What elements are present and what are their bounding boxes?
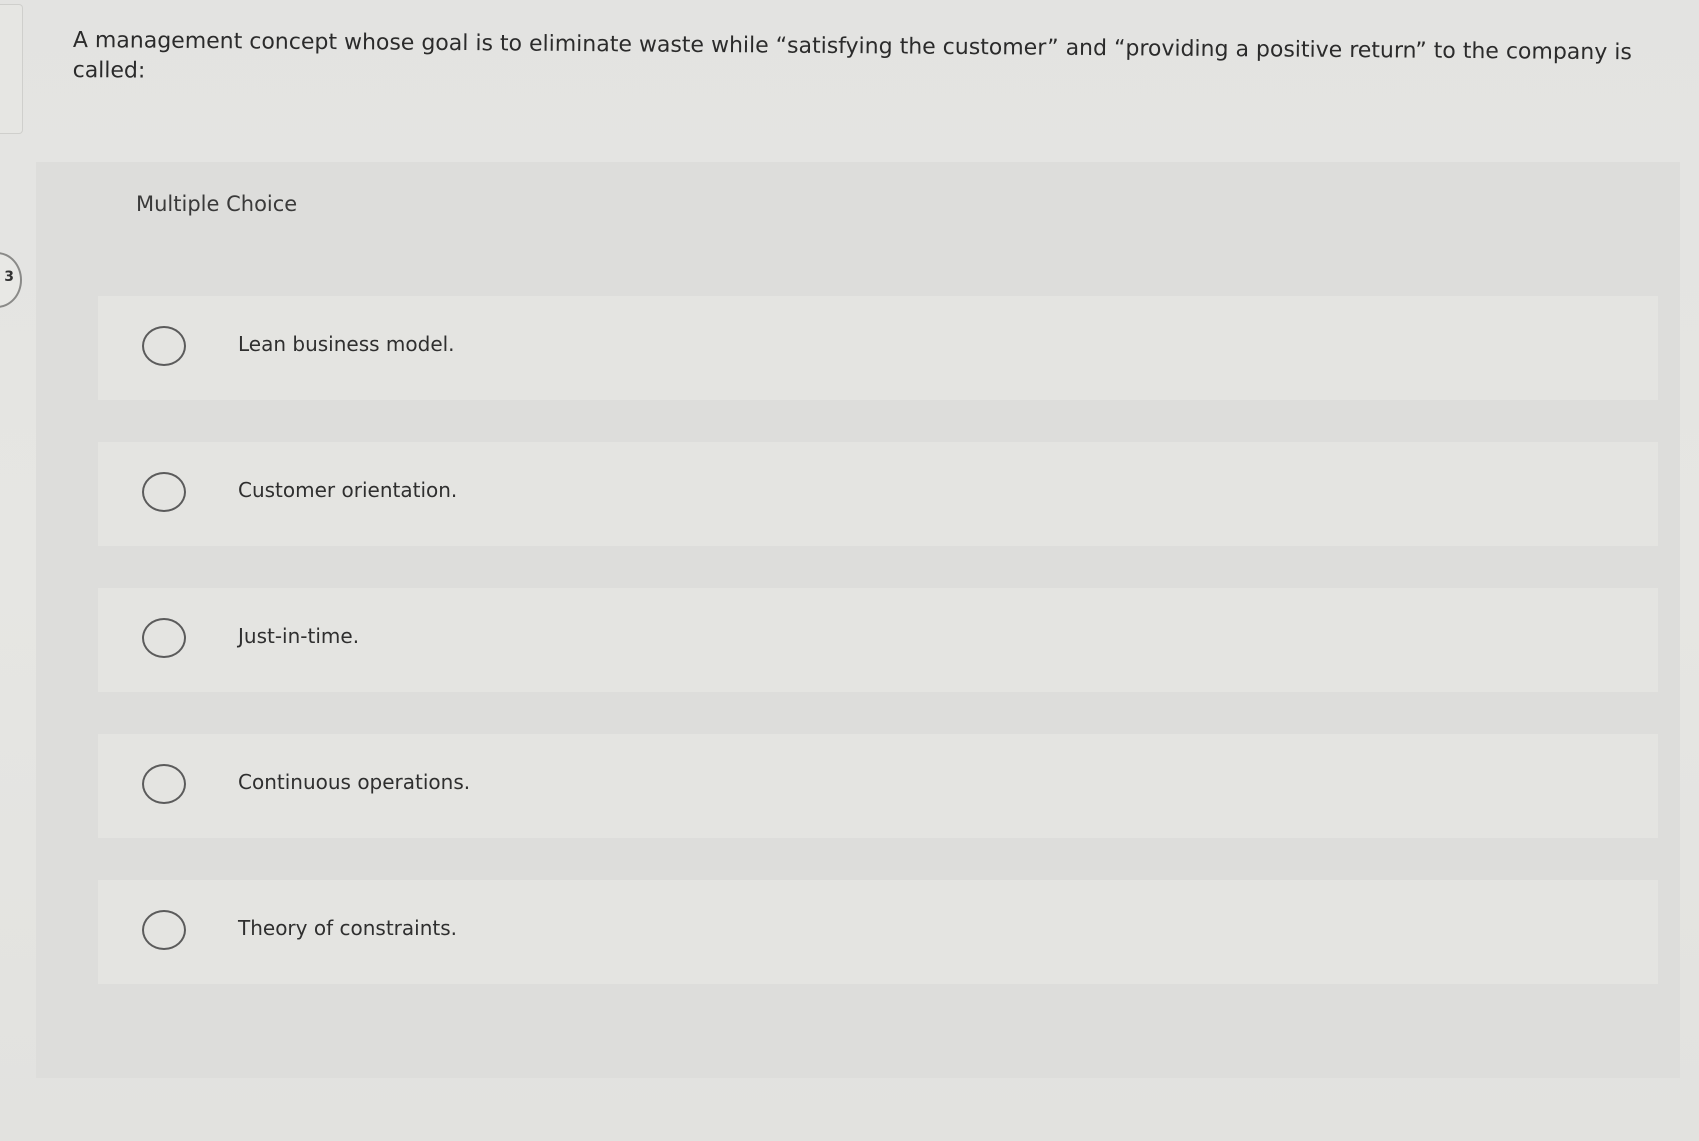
answer-option-label: Continuous operations.	[238, 770, 471, 794]
answer-option-just-in-time[interactable]: Just-in-time.	[98, 588, 1658, 692]
answer-option-label: Lean business model.	[238, 332, 455, 356]
question-number: 3	[4, 269, 14, 285]
answer-option-label: Theory of constraints.	[238, 916, 457, 940]
question-number-badge[interactable]: 3	[0, 252, 22, 308]
answer-option-label: Customer orientation.	[238, 478, 458, 502]
radio-button[interactable]	[142, 764, 186, 804]
answer-choices: Lean business model. Customer orientatio…	[98, 296, 1658, 1026]
radio-button[interactable]	[142, 326, 186, 366]
answer-option-continuous-operations[interactable]: Continuous operations.	[98, 734, 1658, 838]
answer-option-label: Just-in-time.	[238, 624, 360, 648]
question-type-label: Multiple Choice	[136, 192, 298, 216]
radio-button[interactable]	[142, 910, 186, 950]
radio-button[interactable]	[142, 472, 186, 512]
multiple-choice-panel: Multiple Choice Lean business model. Cus…	[36, 162, 1680, 1078]
radio-button[interactable]	[142, 618, 186, 658]
side-panel-edge	[0, 4, 23, 134]
answer-option-lean-business-model[interactable]: Lean business model.	[98, 296, 1658, 400]
question-text: A management concept whose goal is to el…	[72, 27, 1632, 84]
answer-option-customer-orientation[interactable]: Customer orientation.	[98, 442, 1658, 546]
answer-option-theory-of-constraints[interactable]: Theory of constraints.	[98, 880, 1658, 984]
